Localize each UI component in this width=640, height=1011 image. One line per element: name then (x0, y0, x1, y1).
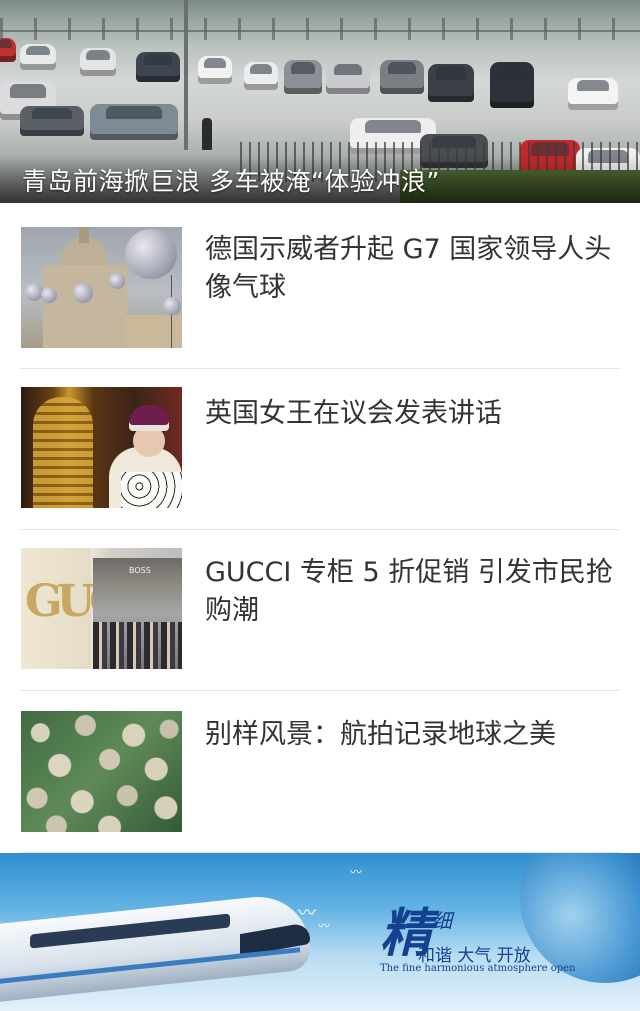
list-item[interactable]: 别样风景：航拍记录地球之美 (0, 686, 640, 846)
hero-rail-line (0, 30, 640, 32)
seagull-icon: 〰 (318, 919, 331, 933)
hero-person (202, 118, 212, 150)
balloon (125, 229, 177, 279)
hero-car (380, 60, 424, 94)
list-item[interactable]: GUC BOSS GUCCI 专柜 5 折促销 引发市民抢购潮 (0, 525, 640, 685)
hero-railing (0, 18, 640, 40)
ermine-cloak (121, 472, 182, 508)
news-title[interactable]: 德国示威者升起 G7 国家领导人头像气球 (205, 231, 625, 307)
hero-car (244, 62, 278, 90)
news-thumbnail[interactable] (21, 387, 182, 508)
hero-car (284, 60, 322, 94)
hero-banner[interactable]: 青岛前海掀巨浪 多车被淹“体验冲浪” (0, 0, 640, 203)
balloon (109, 273, 125, 289)
church-spire (79, 227, 89, 243)
hero-lamp-pole (184, 0, 188, 150)
hero-car (136, 52, 180, 82)
store-sign: BOSS (129, 566, 151, 575)
queue-of-people (93, 622, 182, 669)
hero-car (198, 56, 232, 84)
hero-car (490, 62, 534, 108)
hero-car (568, 78, 618, 110)
news-page: 青岛前海掀巨浪 多车被淹“体验冲浪” 德国示威者升起 G7 国家领导人头像气球 (0, 0, 640, 1011)
hero-car (20, 44, 56, 70)
hero-car (0, 38, 16, 62)
news-title[interactable]: 英国女王在议会发表讲话 (205, 395, 625, 433)
hero-car (428, 64, 474, 102)
news-thumbnail[interactable] (21, 711, 182, 832)
list-item[interactable]: 英国女王在议会发表讲话 (0, 364, 640, 524)
news-thumbnail[interactable] (21, 227, 182, 348)
balloon (73, 283, 93, 303)
news-thumbnail[interactable]: GUC BOSS (21, 548, 182, 669)
hero-car (326, 62, 370, 94)
promo-banner[interactable]: 〰 〰 〰 精 细 和谐 大气 开放 The fine harmonious a… (0, 853, 640, 1011)
news-title[interactable]: 别样风景：航拍记录地球之美 (205, 716, 625, 754)
building (125, 315, 182, 348)
slogan-english: The fine harmonious atmosphere open (380, 963, 576, 974)
seagull-icon: 〰 (298, 903, 316, 924)
hero-car (90, 104, 178, 140)
seagull-icon: 〰 (350, 865, 363, 879)
slogan-calligraphy-secondary: 细 (432, 909, 452, 933)
balloon (41, 287, 57, 303)
news-title[interactable]: GUCCI 专柜 5 折促销 引发市民抢购潮 (205, 554, 625, 630)
balloon (163, 297, 181, 315)
hero-caption[interactable]: 青岛前海掀巨浪 多车被淹“体验冲浪” (22, 162, 440, 198)
hero-car (20, 106, 84, 136)
hero-car (80, 48, 116, 76)
crown (129, 405, 169, 431)
list-item[interactable]: 德国示威者升起 G7 国家领导人头像气球 (0, 203, 640, 363)
high-speed-train (0, 888, 320, 1003)
throne (33, 397, 93, 508)
